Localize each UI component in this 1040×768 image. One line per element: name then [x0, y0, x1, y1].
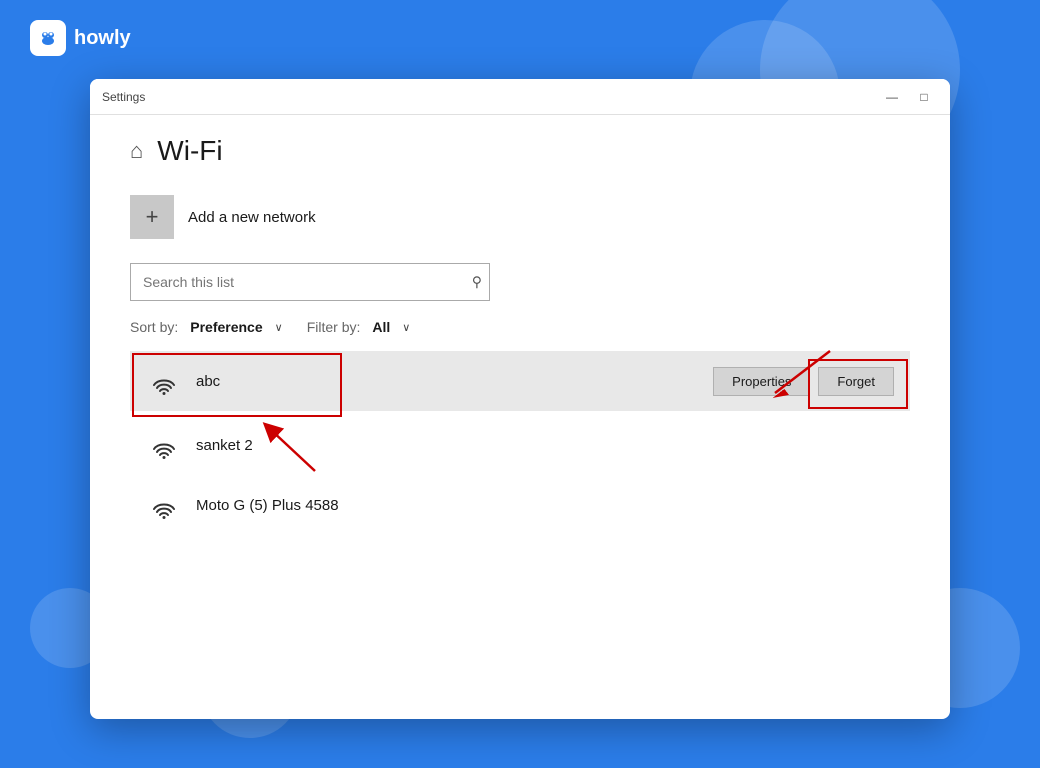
wifi-icon — [146, 427, 182, 463]
filter-by-control[interactable]: Filter by: All ∨ — [307, 319, 411, 335]
wifi-icon — [146, 487, 182, 523]
settings-content: ⌂ Wi-Fi + Add a new network ⚲ Sort by: P… — [90, 115, 950, 719]
search-input[interactable] — [130, 263, 490, 301]
sort-filter-bar: Sort by: Preference ∨ Filter by: All ∨ — [130, 319, 910, 335]
network-item[interactable]: Moto G (5) Plus 4588 — [130, 475, 910, 535]
add-network-label: Add a new network — [188, 209, 316, 226]
network-item[interactable]: sanket 2 — [130, 415, 910, 475]
network-item[interactable]: abc Properties Forget — [130, 351, 910, 411]
network-name-abc: abc — [196, 373, 713, 390]
search-icon-button[interactable]: ⚲ — [472, 274, 482, 291]
home-icon[interactable]: ⌂ — [130, 138, 143, 164]
add-network-section: + Add a new network — [130, 195, 910, 239]
minimize-button[interactable]: — — [878, 87, 906, 107]
title-bar: Settings — □ — [90, 79, 950, 115]
maximize-button[interactable]: □ — [910, 87, 938, 107]
sort-value: Preference — [190, 319, 262, 335]
sort-chevron-icon: ∨ — [275, 321, 283, 334]
filter-label: Filter by: — [307, 319, 361, 335]
sort-label: Sort by: — [130, 319, 178, 335]
properties-button[interactable]: Properties — [713, 367, 810, 396]
sort-by-control[interactable]: Sort by: Preference ∨ — [130, 319, 283, 335]
howly-logo: howly — [30, 20, 131, 56]
network-list: abc Properties Forget — [130, 351, 910, 535]
wifi-icon — [146, 363, 182, 399]
add-network-button[interactable]: + — [130, 195, 174, 239]
page-header: ⌂ Wi-Fi — [130, 135, 910, 167]
window-controls: — □ — [878, 87, 938, 107]
window-title: Settings — [102, 90, 145, 104]
network-name-sanket2: sanket 2 — [196, 437, 894, 454]
search-icon: ⚲ — [472, 274, 482, 290]
search-container: ⚲ — [130, 263, 490, 301]
settings-window: Settings — □ ⌂ Wi-Fi + Add a new network… — [90, 79, 950, 719]
filter-chevron-icon: ∨ — [402, 321, 410, 334]
network-actions-abc: Properties Forget — [713, 367, 894, 396]
page-title: Wi-Fi — [157, 135, 222, 167]
forget-button[interactable]: Forget — [818, 367, 894, 396]
howly-icon — [30, 20, 66, 56]
filter-value: All — [372, 319, 390, 335]
howly-text: howly — [74, 27, 131, 50]
network-item-container-abc: abc Properties Forget — [130, 351, 910, 411]
network-name-motog: Moto G (5) Plus 4588 — [196, 497, 894, 514]
